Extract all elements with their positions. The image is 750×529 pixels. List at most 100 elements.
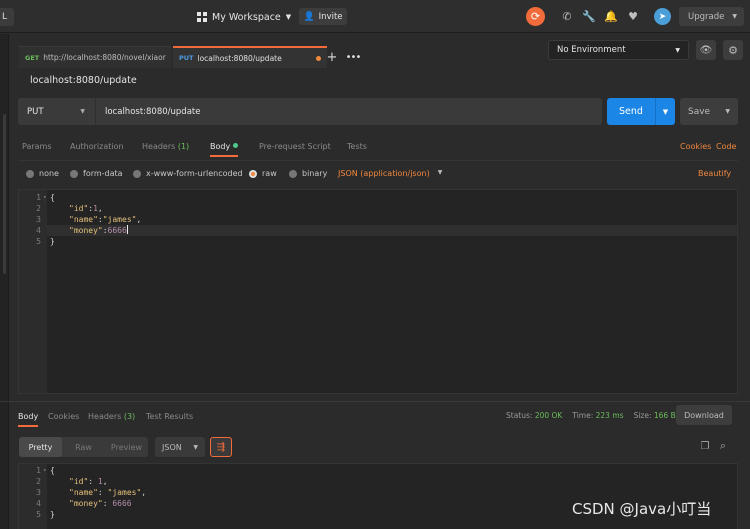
- json-key: "name": [69, 488, 98, 497]
- add-user-icon: 👤: [303, 11, 315, 22]
- sidebar-toggle[interactable]: L: [0, 8, 14, 26]
- json-key: "id": [69, 477, 89, 486]
- radio-label: none: [39, 169, 59, 178]
- view-preview[interactable]: Preview: [105, 437, 148, 457]
- tab-test-results[interactable]: Test Results: [146, 412, 193, 421]
- radio-none[interactable]: none: [26, 169, 59, 178]
- more-tabs-icon[interactable]: •••: [344, 46, 362, 68]
- url-bar: PUT ▼: [18, 98, 602, 125]
- notification-bell-icon[interactable]: 🔔: [604, 9, 618, 23]
- json-comma: ,: [97, 204, 103, 213]
- radio-binary[interactable]: binary: [289, 169, 327, 178]
- radio-label: binary: [302, 169, 328, 178]
- json-sep: :: [97, 488, 108, 497]
- tab-response-headers[interactable]: Headers (3): [88, 412, 135, 421]
- size-value[interactable]: 166 B: [654, 411, 676, 420]
- satellite-icon[interactable]: ✆: [560, 9, 574, 23]
- request-tab-active[interactable]: PUT localhost:8080/update: [173, 46, 327, 68]
- request-title: localhost:8080/update: [30, 75, 137, 86]
- workspace-grid-icon: [197, 12, 207, 22]
- tab-response-body[interactable]: Body: [18, 412, 39, 427]
- response-body-viewer[interactable]: 1 ▾ { 2 "id": 1, 3 "name": "james", 4 "m…: [18, 463, 738, 529]
- code-text: "name":"james",: [69, 214, 141, 225]
- request-config-tabs: Params Authorization Headers (1) Body Pr…: [22, 142, 740, 157]
- chevron-down-icon: ▼: [437, 169, 443, 176]
- code-link[interactable]: Code: [716, 142, 736, 151]
- gear-icon[interactable]: ⚙: [723, 40, 743, 60]
- environment-select[interactable]: No Environment ▼: [548, 40, 689, 60]
- line-number: 1: [36, 466, 41, 475]
- chevron-down-icon: ▼: [285, 13, 292, 21]
- environment-quick-look-eye-icon[interactable]: 👁: [696, 40, 716, 60]
- view-raw[interactable]: Raw: [62, 437, 105, 457]
- view-pretty[interactable]: Pretty: [19, 437, 62, 457]
- body-type-selector: none form-data x-www-form-urlencoded raw…: [26, 168, 741, 182]
- scrollbar[interactable]: [3, 114, 6, 274]
- new-tab-plus-icon[interactable]: +: [322, 46, 342, 68]
- radio-circle-icon: [289, 169, 297, 178]
- sync-icon[interactable]: ⟳: [526, 7, 545, 26]
- body-format-select[interactable]: JSON (application/json) ▼: [338, 169, 442, 178]
- save-button[interactable]: Save ▼: [680, 98, 738, 125]
- json-key: "money": [69, 226, 103, 235]
- radio-form-data[interactable]: form-data: [70, 169, 123, 178]
- tab-params[interactable]: Params: [22, 142, 52, 151]
- tab-response-cookies[interactable]: Cookies: [48, 412, 79, 421]
- radio-raw[interactable]: raw: [249, 169, 277, 178]
- code-text: "id": 1,: [69, 476, 108, 487]
- status-label: Status:: [506, 411, 533, 420]
- json-sep: :: [88, 477, 98, 486]
- copy-icon[interactable]: ❐: [699, 440, 711, 452]
- radio-circle-icon: [70, 169, 78, 178]
- search-icon[interactable]: ⌕: [716, 439, 730, 453]
- pane-divider[interactable]: [0, 401, 750, 402]
- request-body-editor[interactable]: 1 ▾ { 2 "id":1, 3 "name":"james", 4 "mon…: [18, 189, 738, 394]
- code-text: }: [50, 510, 55, 519]
- json-sep: :: [102, 499, 113, 508]
- tab-label: localhost:8080/update: [197, 53, 282, 63]
- download-button[interactable]: Download: [676, 405, 732, 425]
- method-label: PUT: [27, 106, 44, 117]
- time-value[interactable]: 223 ms: [596, 411, 624, 420]
- json-key: "name": [69, 215, 98, 224]
- request-tabs-bar: GET http://localhost:8080/novel/xiaor PU…: [10, 34, 750, 68]
- method-select[interactable]: PUT ▼: [18, 98, 96, 125]
- sidebar-toggle-label: L: [2, 12, 8, 22]
- tab-prerequest-script[interactable]: Pre-request Script: [259, 142, 331, 151]
- heart-icon[interactable]: ♥: [626, 9, 640, 23]
- beautify-link[interactable]: Beautify: [698, 169, 731, 178]
- chevron-down-icon: ▼: [193, 443, 198, 451]
- tab-method: GET: [25, 53, 40, 62]
- rocket-icon[interactable]: ➤: [654, 8, 671, 25]
- url-input[interactable]: [96, 98, 602, 125]
- left-rail: [0, 34, 9, 529]
- code-text: {: [50, 466, 55, 475]
- chevron-down-icon: ▼: [732, 13, 737, 20]
- status-field: Status: 200 OK: [506, 411, 562, 420]
- fold-arrow-icon[interactable]: ▾: [43, 192, 47, 203]
- invite-button[interactable]: 👤 Invite: [299, 8, 347, 25]
- tab-body[interactable]: Body: [210, 142, 239, 157]
- tab-authorization[interactable]: Authorization: [70, 142, 124, 151]
- cookies-link[interactable]: Cookies: [680, 142, 711, 151]
- request-tab[interactable]: GET http://localhost:8080/novel/xiaor: [19, 46, 171, 68]
- active-line-highlight: [47, 225, 737, 236]
- response-format-select[interactable]: JSON ▼: [155, 437, 205, 457]
- json-value: 6666: [107, 226, 127, 235]
- workspace-switcher[interactable]: My Workspace ▼: [197, 8, 291, 26]
- headers-count: (1): [177, 142, 190, 151]
- json-key: "id": [69, 204, 89, 213]
- wrap-lines-icon[interactable]: ⇶: [210, 437, 232, 457]
- tab-headers[interactable]: Headers (1): [142, 142, 189, 151]
- send-button[interactable]: Send ▼: [607, 98, 675, 125]
- send-options-chevron-icon[interactable]: ▼: [655, 98, 675, 125]
- fold-arrow-icon[interactable]: ▾: [43, 465, 47, 476]
- radio-urlencoded[interactable]: x-www-form-urlencoded: [133, 169, 243, 178]
- code-text: "id":1,: [69, 203, 103, 214]
- json-key: "money": [69, 499, 103, 508]
- tab-tests[interactable]: Tests: [347, 142, 367, 151]
- status-value[interactable]: 200 OK: [535, 411, 563, 420]
- code-text: "name": "james",: [69, 487, 146, 498]
- upgrade-button[interactable]: Upgrade ▼: [679, 7, 744, 26]
- wrench-icon[interactable]: 🔧: [582, 9, 596, 23]
